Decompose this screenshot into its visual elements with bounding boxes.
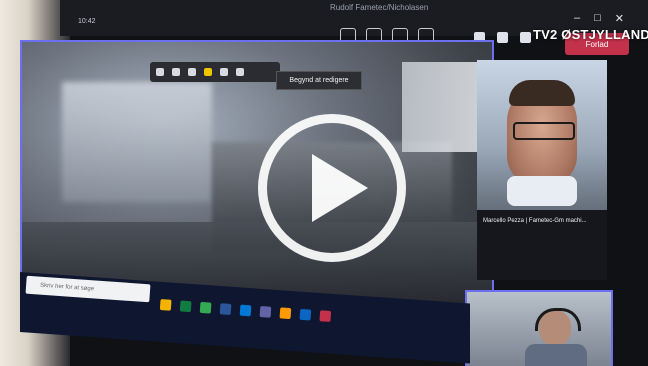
window-controls: – □ ✕ <box>574 12 624 25</box>
begin-edit-button[interactable]: Begynd at redigere <box>276 71 362 90</box>
pointer-icon[interactable] <box>156 68 164 76</box>
window-title: Rudolf Fametec/Nicholasen <box>330 3 429 12</box>
headset-shape <box>535 308 581 331</box>
participant-name: Marcello Pezza | Fametec-Gm machi... <box>483 218 587 224</box>
participant-body <box>525 344 587 366</box>
participant-tile[interactable]: Marcello Pezza | Fametec-Gm machi... <box>477 60 607 280</box>
chrome-icon[interactable] <box>199 301 212 314</box>
minimize-icon[interactable]: – <box>574 12 580 25</box>
window-shape <box>402 62 482 152</box>
app-icon[interactable] <box>299 308 312 321</box>
participant-tile-self[interactable] <box>465 290 613 366</box>
file-explorer-icon[interactable] <box>159 299 172 311</box>
pdf-icon[interactable] <box>319 310 332 322</box>
trash-icon[interactable] <box>236 68 244 76</box>
meeting-clock: 10:42 <box>78 18 96 25</box>
close-icon[interactable]: ✕ <box>615 12 624 25</box>
share-icon[interactable] <box>520 32 531 43</box>
highlighter-icon[interactable] <box>204 68 212 76</box>
teams-icon[interactable] <box>259 306 272 318</box>
channel-watermark: TV2 ØSTJYLLAND <box>533 27 648 42</box>
word-icon[interactable] <box>219 303 232 315</box>
glasses-shape <box>513 122 575 140</box>
eraser-icon[interactable] <box>220 68 228 76</box>
microphone-icon[interactable] <box>497 32 508 43</box>
video-frame: Rudolf Fametec/Nicholasen 10:42 – □ ✕ Fo… <box>0 0 648 366</box>
outlook-icon[interactable] <box>239 304 252 317</box>
pen-icon[interactable] <box>172 68 180 76</box>
play-icon[interactable] <box>312 154 368 222</box>
marker-icon[interactable] <box>188 68 196 76</box>
annotation-toolbar <box>150 62 280 82</box>
participant-hair <box>509 80 575 106</box>
app-icon[interactable] <box>279 307 292 320</box>
excel-icon[interactable] <box>179 300 192 313</box>
face-mask-shape <box>507 176 577 206</box>
maximize-icon[interactable]: □ <box>594 12 601 25</box>
machine-shape <box>62 82 212 202</box>
